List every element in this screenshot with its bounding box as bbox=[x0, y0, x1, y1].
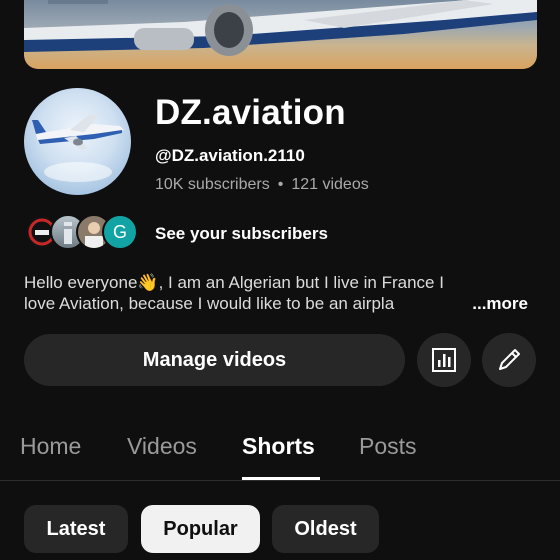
filter-popular[interactable]: Popular bbox=[141, 505, 260, 553]
see-subscribers-label[interactable]: See your subscribers bbox=[155, 224, 328, 244]
filter-latest[interactable]: Latest bbox=[24, 505, 128, 553]
video-count: 121 videos bbox=[291, 176, 369, 193]
subscriber-avatar-letter: G bbox=[102, 214, 138, 250]
stats-separator: • bbox=[277, 176, 284, 193]
tab-videos[interactable]: Videos bbox=[127, 433, 197, 460]
see-subscribers-row[interactable]: G See your subscribers bbox=[24, 214, 354, 254]
analytics-icon bbox=[432, 348, 456, 372]
analytics-button[interactable] bbox=[417, 333, 471, 387]
channel-description[interactable]: Hello everyone👋, I am an Algerian but I … bbox=[24, 272, 544, 314]
more-link[interactable]: ...more bbox=[446, 293, 528, 314]
channel-handle: @DZ.aviation.2110 bbox=[155, 146, 305, 165]
channel-name: DZ.aviation bbox=[155, 93, 346, 132]
channel-avatar[interactable] bbox=[24, 88, 131, 195]
description-line-1: Hello everyone👋, I am an Algerian but I … bbox=[24, 273, 444, 292]
pencil-icon bbox=[499, 349, 520, 370]
channel-banner[interactable] bbox=[24, 0, 537, 69]
subscriber-count: 10K subscribers bbox=[155, 176, 270, 193]
channel-stats: 10K subscribers • 121 videos bbox=[155, 176, 369, 194]
manage-videos-button[interactable]: Manage videos bbox=[24, 334, 405, 386]
airplane-avatar-image bbox=[32, 114, 124, 182]
channel-tabs: Home Videos Shorts Posts bbox=[0, 428, 560, 480]
filter-oldest[interactable]: Oldest bbox=[272, 505, 379, 553]
tab-home[interactable]: Home bbox=[20, 433, 81, 460]
airplane-banner-image bbox=[24, 0, 537, 56]
tabs-divider bbox=[0, 480, 560, 481]
edit-channel-button[interactable] bbox=[482, 333, 536, 387]
tab-posts[interactable]: Posts bbox=[359, 433, 417, 460]
tab-shorts[interactable]: Shorts bbox=[242, 433, 315, 460]
